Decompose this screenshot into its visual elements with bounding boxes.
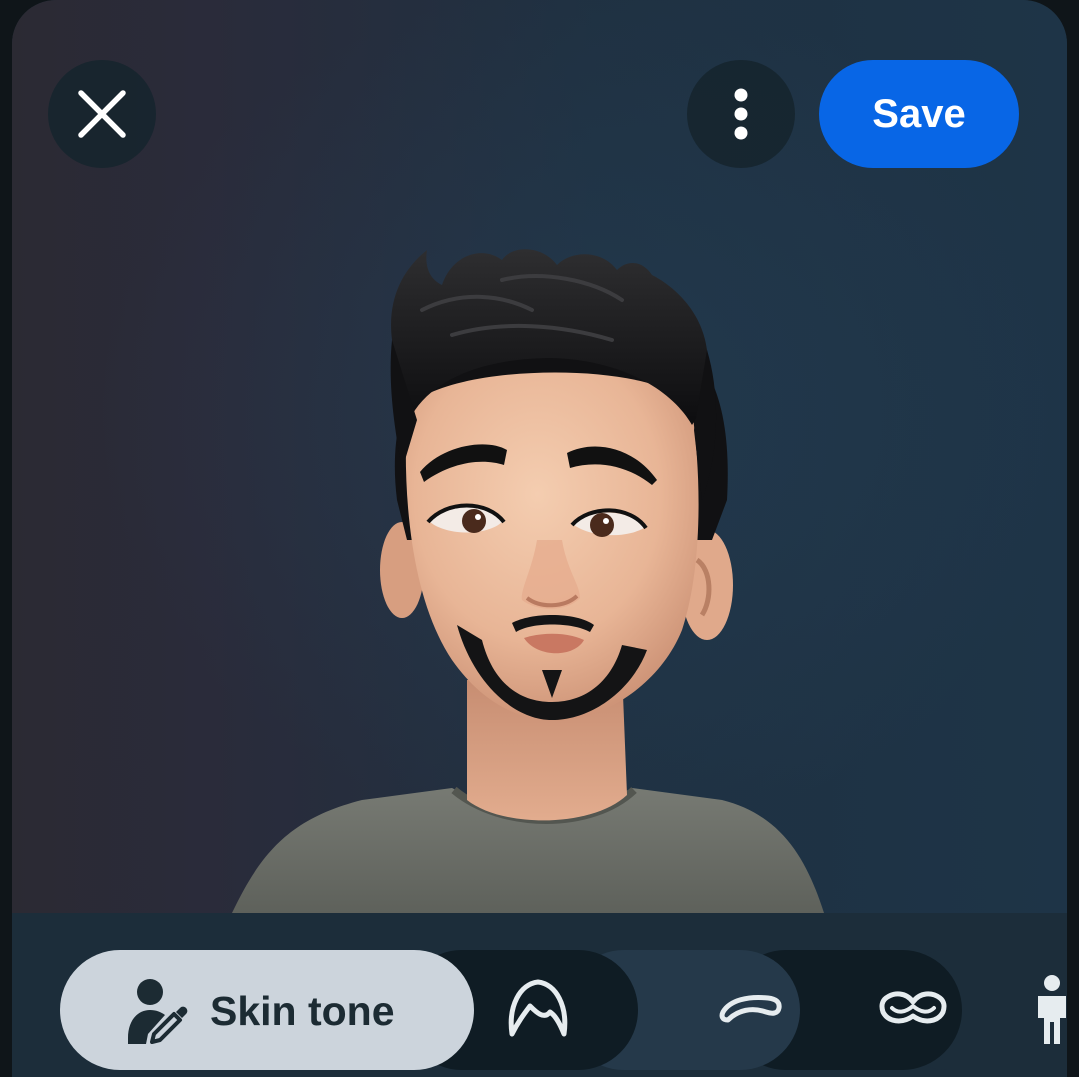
person-eyedropper-icon [128, 979, 188, 1044]
more-options-button[interactable] [687, 60, 795, 168]
mustache-icon [879, 991, 947, 1024]
customization-toolbar: Skin tone [12, 913, 1067, 1077]
close-icon [78, 90, 126, 138]
save-button[interactable]: Save [819, 60, 1019, 168]
tab-skin-tone[interactable]: Skin tone [60, 950, 474, 1070]
category-tabs: Skin tone [48, 950, 1067, 1070]
body-icon [1038, 975, 1066, 1044]
close-button[interactable] [48, 60, 156, 168]
eyebrow-icon [719, 995, 782, 1023]
more-vertical-icon [734, 88, 748, 140]
tab-skin-tone-label: Skin tone [210, 988, 395, 1034]
avatar-preview [232, 249, 824, 913]
avatar-editor-sheet: Save Skin tone [12, 0, 1067, 1077]
hair-icon [508, 979, 568, 1037]
